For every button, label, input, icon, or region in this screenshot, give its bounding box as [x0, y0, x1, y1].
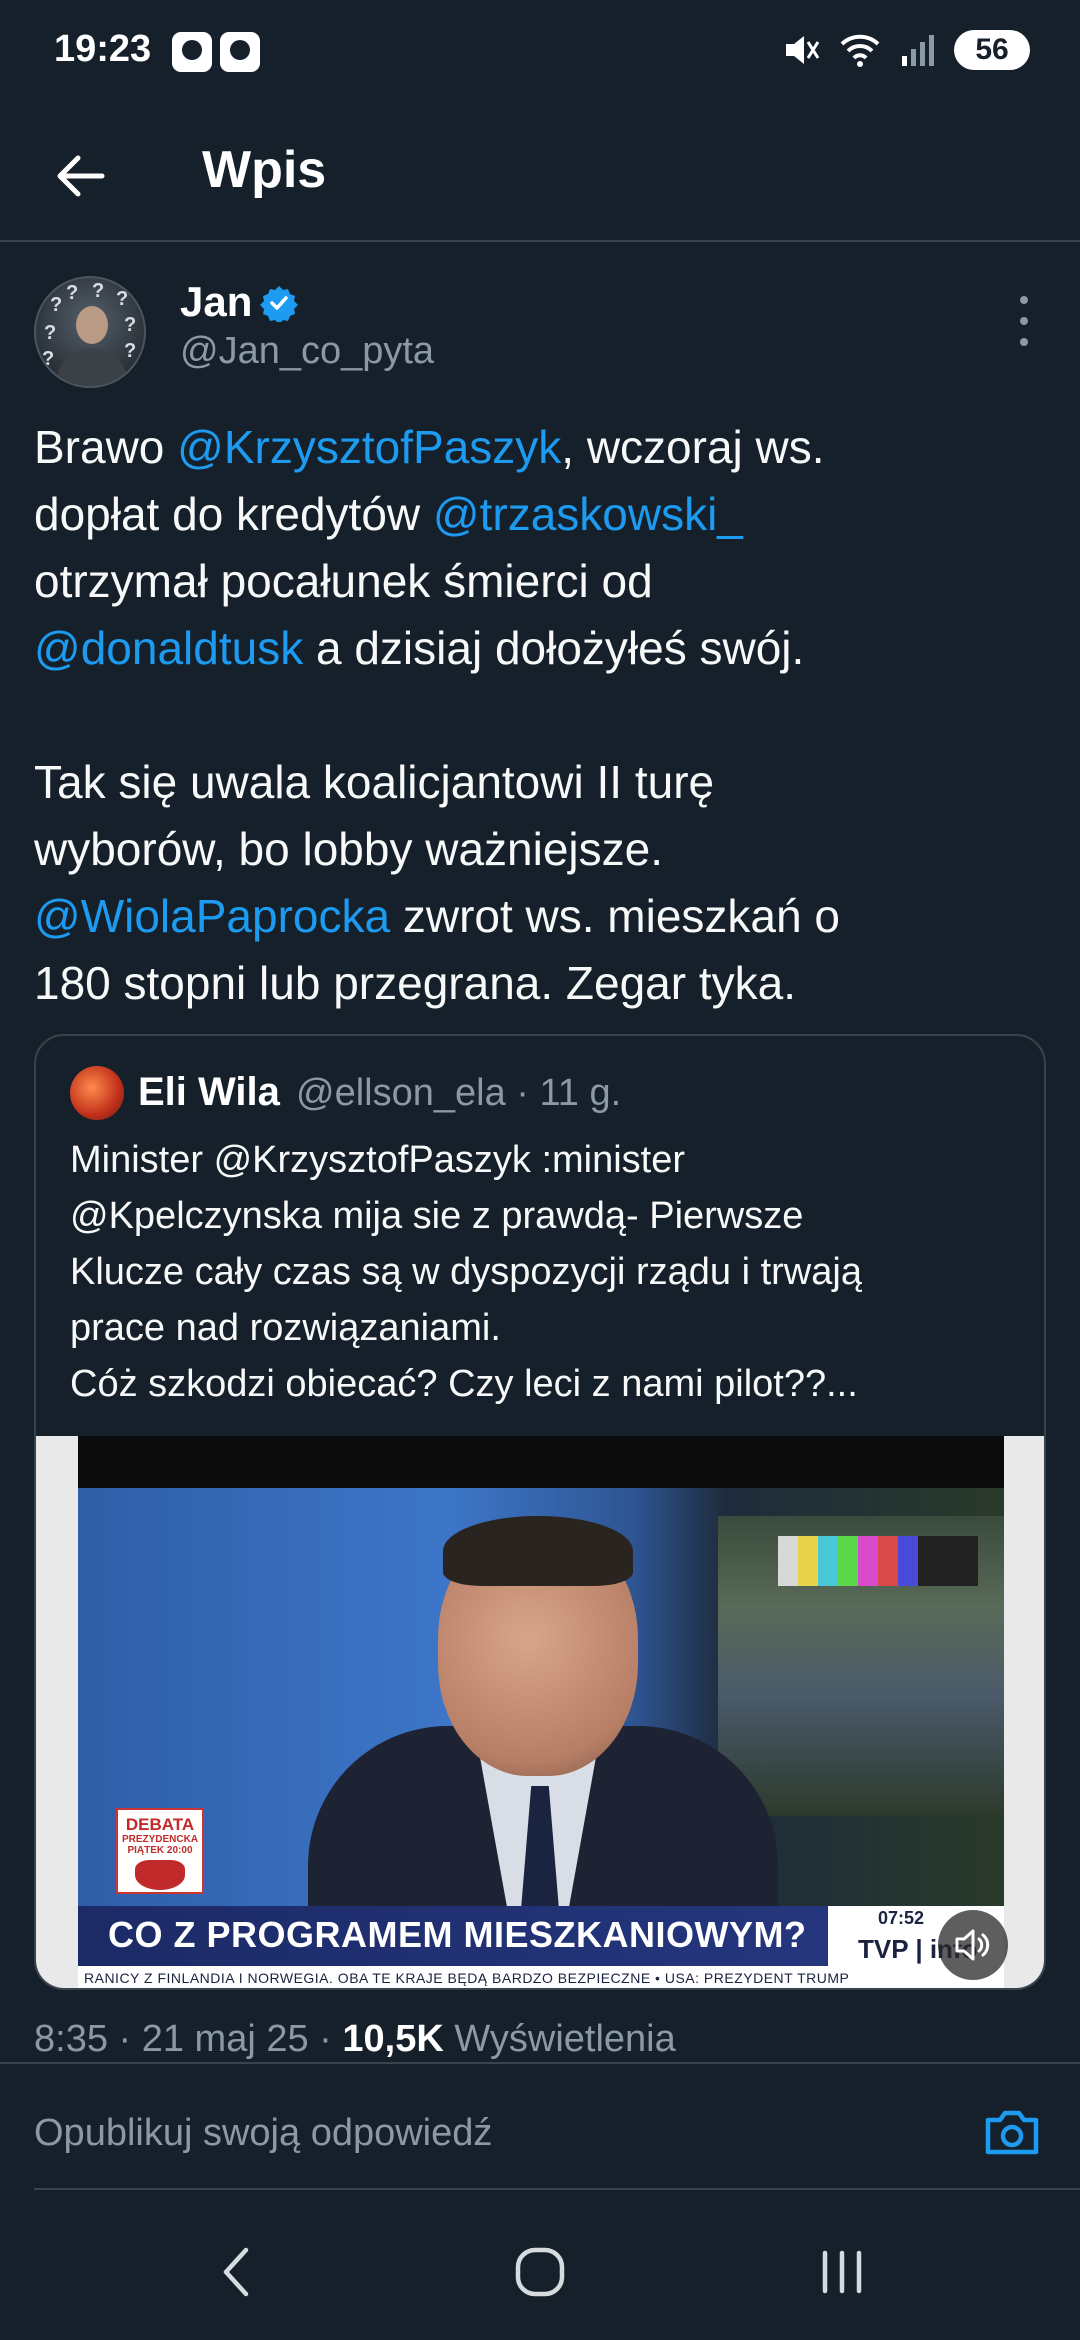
tweet-text-segment: zwrot ws. mieszkań o: [390, 890, 840, 942]
tweet-text-segment: dopłat do kredytów: [34, 488, 433, 540]
video-frame[interactable]: DEBATA PREZYDENCKA PIĄTEK 20:00 CO Z PRO…: [78, 1436, 1004, 1988]
nav-home-button[interactable]: [490, 2236, 590, 2308]
divider: [0, 2062, 1080, 2064]
views-count[interactable]: 10,5K: [342, 2018, 443, 2060]
nav-home-icon: [515, 2247, 565, 2297]
quote-text-line: Klucze cały czas są w dyspozycji rządu i…: [70, 1251, 862, 1293]
battery-icon: 56: [954, 30, 1030, 70]
mute-icon: [786, 36, 820, 64]
quote-text-line: prace nad rozwiązaniami.: [70, 1307, 501, 1349]
quote-text-line: Minister @KrzysztofPaszyk :minister: [70, 1139, 686, 1181]
nav-back-button[interactable]: [186, 2236, 286, 2308]
more-options-button[interactable]: [1004, 296, 1044, 346]
tweet-text-segment: Brawo: [34, 421, 178, 473]
video-player[interactable]: DEBATA PREZYDENCKA PIĄTEK 20:00 CO Z PRO…: [36, 1436, 1044, 1988]
debate-logo-title: DEBATA: [125, 1815, 195, 1834]
page-title: Wpis: [202, 141, 327, 199]
debate-logo: DEBATA PREZYDENCKA PIĄTEK 20:00: [116, 1808, 204, 1894]
tweet-text-segment: , wczoraj ws.: [561, 421, 825, 473]
tweet-timestamp: 8:35 · 21 maj 25 ·: [34, 2018, 343, 2060]
camera-icon[interactable]: [982, 2104, 1042, 2160]
quote-author-meta: @ellson_ela · 11 g.: [296, 1072, 622, 1114]
status-time: 19:23: [54, 28, 152, 70]
tweet-text: Brawo @KrzysztofPaszyk, wczoraj ws. dopł…: [34, 414, 1054, 1017]
tweet-text-segment: wyborów, bo lobby ważniejsze.: [34, 823, 663, 875]
views-label: Wyświetlenia: [443, 2018, 676, 2060]
volume-muted-icon: [955, 1929, 990, 1961]
video-headline: CO Z PROGRAMEM MIESZKANIOWYM?: [108, 1914, 807, 1955]
tweet-text-segment: Tak się uwala koalicjantowi II turę: [34, 756, 715, 808]
quote-author-name: Eli Wila: [138, 1070, 280, 1114]
nav-recents-button[interactable]: [792, 2236, 892, 2308]
tweet-text-segment: otrzymał pocałunek śmierci od: [34, 555, 653, 607]
status-icons: 56: [780, 30, 1030, 70]
quoted-tweet[interactable]: Eli Wila @ellson_ela · 11 g. Minister @K…: [34, 1034, 1046, 1990]
volume-button[interactable]: [938, 1910, 1008, 1980]
reply-input[interactable]: Opublikuj swoją odpowiedź: [34, 2112, 492, 2155]
tweet-text-segment: a dzisiaj dołożyłeś swój.: [303, 622, 805, 674]
video-clock: 07:52: [878, 1908, 925, 1928]
mention-link[interactable]: @KrzysztofPaszyk: [177, 421, 561, 473]
quote-text-line: @Kpelczynska mija sie z prawdą- Pierwsze: [70, 1195, 804, 1237]
mention-link[interactable]: @trzaskowski_: [433, 488, 743, 540]
debate-logo-date: PIĄTEK 20:00: [127, 1845, 193, 1856]
top-bar: Wpis: [0, 110, 1080, 242]
back-button[interactable]: [40, 136, 120, 216]
nav-back-icon: [223, 2247, 249, 2297]
author-handle[interactable]: @Jan_co_pyta: [180, 330, 434, 373]
debate-logo-subtitle: PREZYDENCKA: [121, 1834, 199, 1845]
arrow-left-icon: [57, 155, 105, 197]
signal-icon: [902, 35, 934, 66]
divider: [34, 2188, 1080, 2190]
quote-text: Minister @KrzysztofPaszyk :minister @Kpe…: [70, 1132, 1020, 1412]
verified-badge-icon: [260, 286, 298, 322]
news-ticker: RANICY Z FINLANDIA I NORWEGIA. OBA TE KR…: [78, 1966, 1004, 1988]
nav-recents-icon: [822, 2250, 862, 2294]
news-ticker-text: RANICY Z FINLANDIA I NORWEGIA. OBA TE KR…: [84, 1970, 850, 1986]
author-name[interactable]: Jan: [180, 278, 252, 326]
wifi-icon: [840, 34, 880, 67]
notification-app-icon: [172, 32, 212, 72]
quote-author-avatar: [70, 1066, 124, 1120]
tweet-meta: 8:35 · 21 maj 25 · 10,5K Wyświetlenia: [34, 2018, 676, 2061]
mention-link[interactable]: @WiolaPaprocka: [34, 890, 390, 942]
mention-link[interactable]: @donaldtusk: [34, 622, 303, 674]
author-avatar[interactable]: ? ? ? ? ? ? ? ?: [34, 276, 146, 388]
status-bar: 19:23 56: [0, 0, 1080, 110]
notification-app-icon: [220, 32, 260, 72]
tweet-text-segment: 180 stopni lub przegrana. Zegar tyka.: [34, 957, 797, 1009]
quote-text-line: Cóż szkodzi obiecać? Czy leci z nami pil…: [70, 1363, 858, 1405]
